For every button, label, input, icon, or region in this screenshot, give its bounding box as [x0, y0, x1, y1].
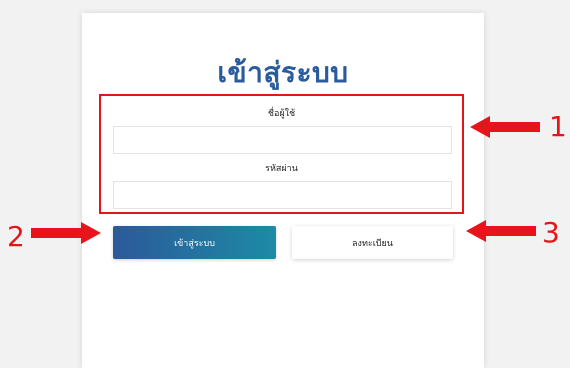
- username-input[interactable]: [113, 126, 452, 154]
- annotation-number-1: 1: [549, 110, 567, 143]
- arrow-2-icon: [31, 222, 101, 244]
- annotation-number-2: 2: [7, 220, 25, 253]
- annotation-number-3: 3: [542, 216, 560, 249]
- login-card: เข้าสู่ระบบ ชื่อผู้ใช้ รหัสผ่าน เข้าสู่ร…: [82, 13, 484, 368]
- credentials-highlight-box: ชื่อผู้ใช้ รหัสผ่าน: [99, 94, 464, 214]
- arrow-3-icon: [466, 220, 536, 242]
- password-input[interactable]: [113, 181, 452, 209]
- register-button[interactable]: ลงทะเบียน: [292, 226, 453, 259]
- login-screen: เข้าสู่ระบบ ชื่อผู้ใช้ รหัสผ่าน เข้าสู่ร…: [0, 0, 570, 368]
- username-label: ชื่อผู้ใช้: [267, 109, 296, 119]
- arrow-1-icon: [470, 116, 540, 138]
- password-label: รหัสผ่าน: [265, 164, 298, 174]
- page-title: เข้าสู่ระบบ: [217, 56, 349, 89]
- login-button[interactable]: เข้าสู่ระบบ: [113, 226, 276, 259]
